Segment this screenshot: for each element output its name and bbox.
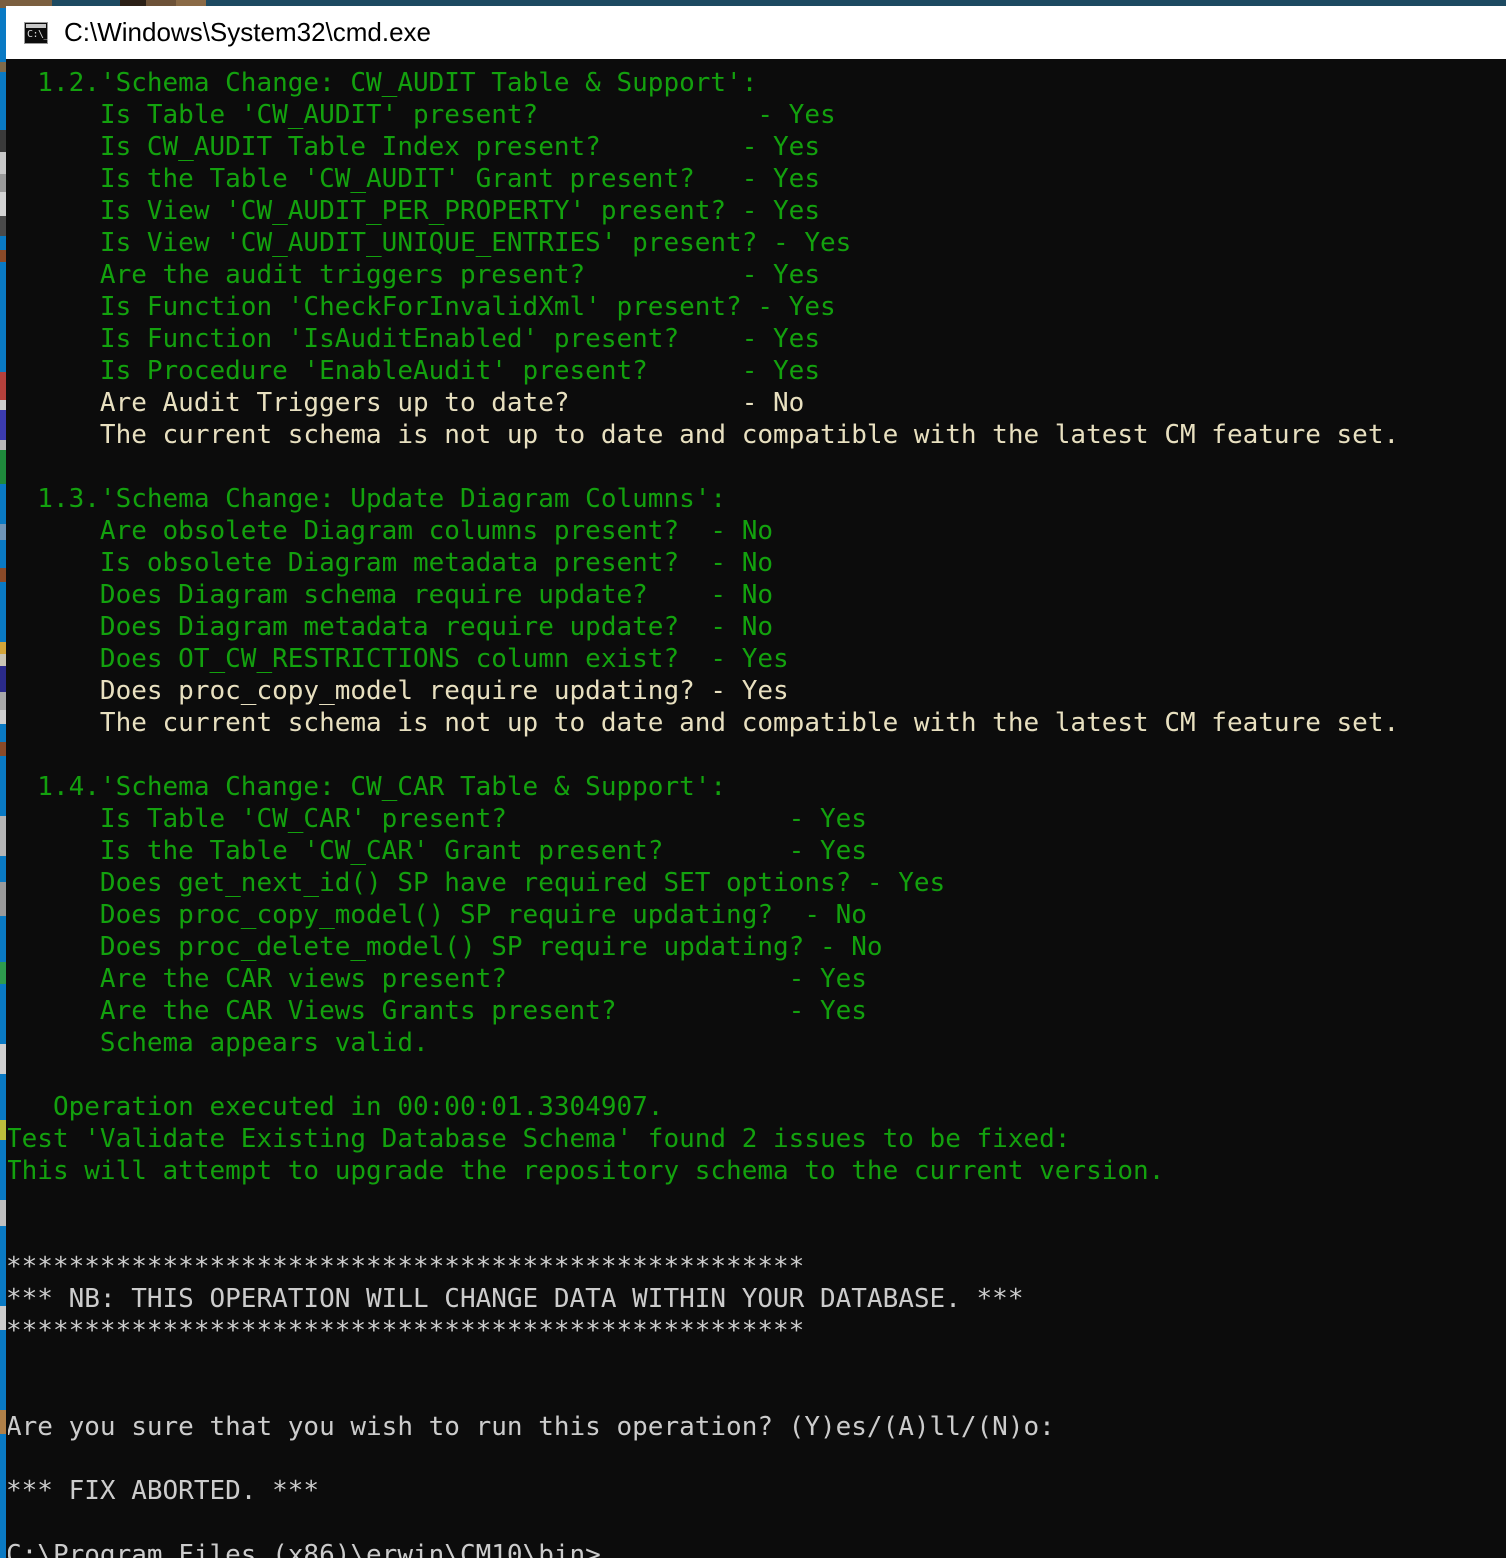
console-line: Are obsolete Diagram columns present? - …	[6, 516, 774, 546]
console-line: Is Procedure 'EnableAudit' present? - Ye…	[6, 356, 820, 386]
console-line: Are the CAR Views Grants present? - Yes	[6, 996, 867, 1026]
console-line: Does Diagram schema require update? - No	[6, 580, 774, 610]
console-line: Does get_next_id() SP have required SET …	[6, 868, 946, 898]
console-line: Schema appears valid.	[6, 1028, 429, 1058]
console-line: The current schema is not up to date and…	[6, 708, 1400, 738]
console-line: ****************************************…	[6, 1252, 805, 1282]
console-line: *** NB: THIS OPERATION WILL CHANGE DATA …	[6, 1284, 1024, 1314]
console-line: Is Table 'CW_CAR' present? - Yes	[6, 804, 867, 834]
icon-titlebar-stripe	[26, 23, 46, 28]
console-line: Is the Table 'CW_AUDIT' Grant present? -…	[6, 164, 820, 194]
console-line: Are the CAR views present? - Yes	[6, 964, 867, 994]
window-titlebar[interactable]: C:\_ C:\Windows\System32\cmd.exe	[6, 6, 1506, 59]
console-line: Does proc_delete_model() SP require upda…	[6, 932, 883, 962]
console-line: Test 'Validate Existing Database Schema'…	[6, 1124, 1071, 1154]
console-line: 1.2.'Schema Change: CW_AUDIT Table & Sup…	[6, 68, 758, 98]
console-line: ****************************************…	[6, 1316, 805, 1346]
console-line: Is Table 'CW_AUDIT' present? - Yes	[6, 100, 836, 130]
window-title: C:\Windows\System32\cmd.exe	[64, 17, 432, 47]
console-line: Is the Table 'CW_CAR' Grant present? - Y…	[6, 836, 867, 866]
console-line: 1.3.'Schema Change: Update Diagram Colum…	[6, 484, 727, 514]
cmd-window: C:\_ C:\Windows\System32\cmd.exe 1.2.'Sc…	[6, 6, 1506, 1558]
console-line: Does Diagram metadata require update? - …	[6, 612, 774, 642]
console-line: *** FIX ABORTED. ***	[6, 1476, 320, 1506]
console-line: Is obsolete Diagram metadata present? - …	[6, 548, 774, 578]
console-line: The current schema is not up to date and…	[6, 420, 1400, 450]
console-text-lines: 1.2.'Schema Change: CW_AUDIT Table & Sup…	[6, 67, 1506, 1558]
console-line: Is Function 'CheckForInvalidXml' present…	[6, 292, 836, 322]
console-line: Are you sure that you wish to run this o…	[6, 1412, 1055, 1442]
console-line: Operation executed in 00:00:01.3304907.	[6, 1092, 664, 1122]
console-line: Is View 'CW_AUDIT_UNIQUE_ENTRIES' presen…	[6, 228, 852, 258]
console-line: Are the audit triggers present? - Yes	[6, 260, 820, 290]
console-line: Does proc_copy_model require updating? -…	[6, 676, 789, 706]
console-line: Is View 'CW_AUDIT_PER_PROPERTY' present?…	[6, 196, 820, 226]
console-line: Does OT_CW_RESTRICTIONS column exist? - …	[6, 644, 789, 674]
console-output-area[interactable]: 1.2.'Schema Change: CW_AUDIT Table & Sup…	[6, 59, 1506, 1558]
console-line: C:\Program Files (x86)\erwin\CM10\bin>	[6, 1540, 601, 1558]
console-line: This will attempt to upgrade the reposit…	[6, 1156, 1165, 1186]
console-line: Does proc_copy_model() SP require updati…	[6, 900, 867, 930]
console-line: Is CW_AUDIT Table Index present? - Yes	[6, 132, 820, 162]
cmd-console-icon: C:\_	[24, 21, 50, 44]
console-line: Is Function 'IsAuditEnabled' present? - …	[6, 324, 820, 354]
icon-prompt-glyph: C:\_	[27, 28, 50, 40]
console-line: 1.4.'Schema Change: CW_CAR Table & Suppo…	[6, 772, 727, 802]
console-line: Are Audit Triggers up to date? - No	[6, 388, 805, 418]
console-left-edge	[6, 59, 8, 1558]
